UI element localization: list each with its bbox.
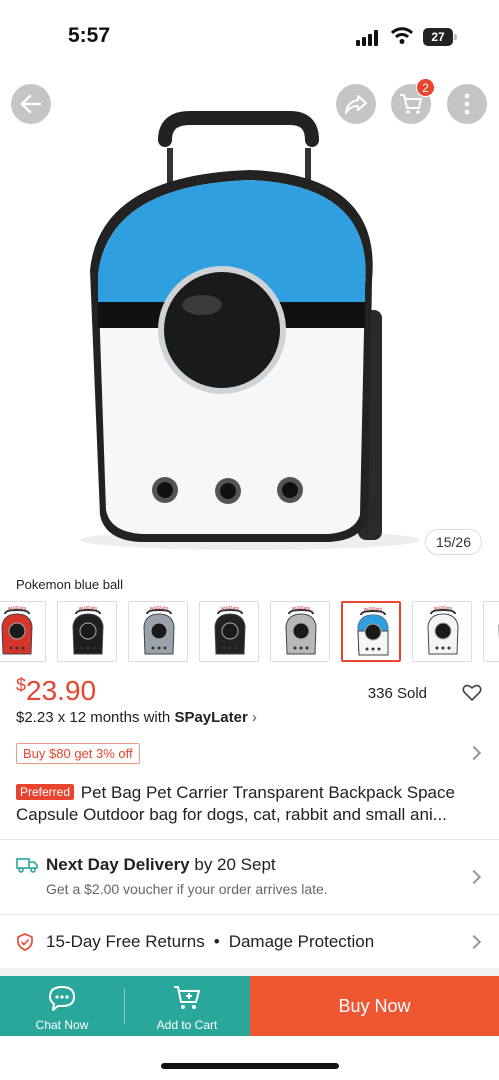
cart-icon: [400, 94, 422, 114]
variant-thumbnail[interactable]: wi⚲Pets: [199, 601, 259, 662]
variant-thumbnails: wi⚲Pets wi⚲Pets wi⚲Pets wi⚲Pets wi⚲Pets wi⚲Pe…: [0, 601, 499, 663]
home-indicator[interactable]: [161, 1063, 339, 1069]
variant-thumbnail[interactable]: wi⚲Pets: [270, 601, 330, 662]
more-options-button[interactable]: [447, 84, 487, 124]
product-image: [80, 111, 420, 550]
variant-thumbnail[interactable]: wi⚲Pets: [483, 601, 499, 662]
variant-thumbnail[interactable]: wi⚲Pets: [57, 601, 117, 662]
variant-thumbnail[interactable]: wi⚲Pets: [0, 601, 46, 662]
cart-count-badge: 2: [416, 78, 435, 97]
favorite-heart-icon[interactable]: [462, 684, 482, 702]
bottom-action-bar: Chat Now Add to Cart Buy Now: [0, 976, 499, 1036]
divider: [0, 914, 499, 915]
image-counter: 15/26: [424, 529, 482, 555]
returns-text: 15-Day Free Returns • Damage Protection: [46, 932, 375, 951]
add-to-cart-label: Add to Cart: [156, 1018, 218, 1032]
add-cart-icon: [174, 986, 200, 1009]
selected-variant-name: Pokemon blue ball: [16, 577, 123, 592]
promo-chevron-icon[interactable]: [466, 745, 482, 761]
chat-now-button[interactable]: Chat Now: [0, 976, 124, 1036]
back-button[interactable]: [11, 84, 51, 124]
share-button[interactable]: [336, 84, 376, 124]
product-price: $23.90: [16, 675, 97, 706]
battery-level: 27: [423, 28, 453, 46]
promo-badge[interactable]: Buy $80 get 3% off: [16, 743, 140, 764]
installment-link[interactable]: $2.23 x 12 months with SPayLater ›: [16, 709, 257, 726]
wifi-icon: [391, 27, 413, 44]
product-page: 5:57 27 2 15/26 Pokemon blue ball wi⚲Pet…: [0, 0, 499, 1080]
chevron-right-icon: ›: [251, 709, 257, 726]
delivery-chevron-icon: [466, 869, 482, 885]
arrow-left-icon: [20, 94, 42, 114]
divider: [124, 988, 125, 1024]
chat-icon: [49, 986, 75, 1011]
more-vertical-icon: [464, 93, 470, 115]
share-icon: [345, 95, 367, 114]
status-bar: 5:57 27: [0, 0, 499, 70]
variant-thumbnail[interactable]: wi⚲Pets: [128, 601, 188, 662]
status-time: 5:57: [68, 24, 111, 47]
cellular-signal-icon: [356, 30, 378, 46]
cart-button[interactable]: 2: [391, 78, 435, 124]
delivery-title: Next Day Delivery by 20 Sept: [46, 855, 276, 874]
add-to-cart-button[interactable]: Add to Cart: [124, 976, 250, 1036]
divider: [0, 839, 499, 840]
sold-count: 336 Sold: [367, 685, 427, 702]
product-image-gallery[interactable]: 2 15/26: [0, 70, 499, 565]
variant-thumbnail[interactable]: wi⚲Pets: [412, 601, 472, 662]
section-gap: [0, 968, 499, 976]
variant-thumbnail[interactable]: wi⚲Pets: [341, 601, 401, 662]
returns-chevron-icon: [466, 934, 482, 950]
chat-now-label: Chat Now: [35, 1018, 89, 1032]
battery-icon: 27: [423, 28, 457, 46]
truck-icon: [16, 858, 38, 873]
preferred-tag: Preferred: [16, 784, 75, 800]
shield-check-icon: [17, 933, 33, 951]
product-title: Preferred Pet Bag Pet Carrier Transparen…: [16, 783, 455, 824]
buy-now-button[interactable]: Buy Now: [250, 976, 499, 1036]
delivery-subtitle: Get a $2.00 voucher if your order arrive…: [46, 881, 328, 897]
